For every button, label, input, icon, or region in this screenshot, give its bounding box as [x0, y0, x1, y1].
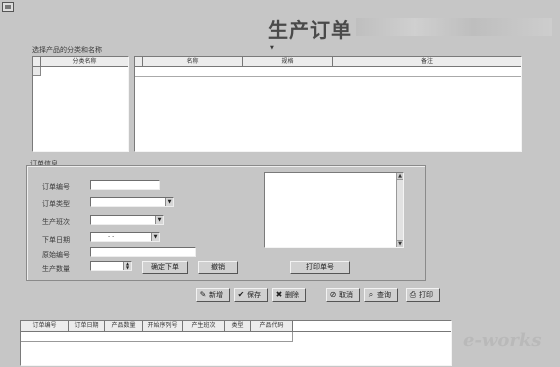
revoke-button[interactable]: 撤销 — [198, 261, 238, 274]
confirm-order-button[interactable]: 确定下单 — [142, 261, 188, 274]
product-row-indicator — [135, 57, 143, 66]
print-button[interactable]: ⎙ 打印 — [406, 288, 440, 302]
query-label: 查询 — [377, 291, 391, 299]
new-label: 新增 — [209, 291, 223, 299]
orders-column-type[interactable]: 类型 — [225, 321, 251, 331]
category-row-indicator — [33, 57, 41, 66]
category-row-marker — [33, 67, 41, 76]
chevron-down-icon[interactable]: ▼ — [165, 198, 173, 206]
product-column-remark[interactable]: 备注 — [333, 57, 521, 66]
query-button[interactable]: ⌕ 查询 — [364, 288, 398, 302]
calendar-dropdown-icon[interactable]: ▼ — [151, 233, 159, 241]
product-table[interactable]: 名称 规格 备注 — [134, 56, 522, 152]
product-section-label: 选择产品的分类和名称 — [32, 46, 102, 54]
remarks-scrollbar[interactable]: ▲ ▼ — [396, 173, 403, 247]
orders-column-order-date[interactable]: 订单日期 — [69, 321, 105, 331]
delete-label: 删除 — [285, 291, 299, 299]
quantity-label: 生产数量 — [42, 265, 70, 273]
order-date-picker[interactable]: - - ▼ — [90, 232, 160, 242]
query-icon: ⌕ — [368, 290, 374, 299]
cancel-button[interactable]: ⊘ 取消 — [326, 288, 360, 302]
order-type-label: 订单类型 — [42, 200, 70, 208]
print-order-no-button[interactable]: 打印单号 — [290, 261, 350, 274]
plan-no-label: 原始编号 — [42, 251, 70, 259]
orders-table-header: 订单编号 订单日期 产品数量 开始序列号 产生班次 类型 产品代码 — [21, 321, 451, 332]
cancel-icon: ⊘ — [329, 290, 337, 299]
product-empty-row — [135, 67, 521, 77]
save-label: 保存 — [247, 291, 261, 299]
plan-no-input[interactable] — [90, 247, 196, 257]
category-list[interactable]: 分类名称 — [32, 56, 129, 152]
remarks-textarea[interactable]: ▲ ▼ — [264, 172, 404, 248]
section-marker: ▼ — [270, 45, 274, 51]
delete-button[interactable]: ✖ 删除 — [272, 288, 306, 302]
order-type-select[interactable]: ▼ — [90, 197, 174, 207]
orders-column-start-serial[interactable]: 开始序列号 — [143, 321, 183, 331]
order-date-value: - - — [108, 233, 115, 240]
order-date-label: 下单日期 — [42, 236, 70, 244]
window-icon — [2, 2, 14, 12]
orders-column-filler — [293, 321, 451, 331]
production-line-select[interactable]: ▼ — [90, 215, 164, 225]
product-column-spec[interactable]: 规格 — [243, 57, 333, 66]
orders-column-product-code[interactable]: 产品代码 — [251, 321, 293, 331]
page-title: 生产订单 — [268, 18, 352, 42]
order-no-label: 订单编号 — [42, 183, 70, 191]
delete-icon: ✖ — [275, 290, 283, 299]
add-icon: ✎ — [199, 290, 207, 299]
product-table-header: 名称 规格 备注 — [135, 57, 521, 67]
orders-column-shift[interactable]: 产生班次 — [183, 321, 225, 331]
check-icon: ✔ — [237, 290, 245, 299]
scroll-down-icon[interactable]: ▼ — [397, 240, 403, 247]
orders-empty-row — [21, 332, 293, 342]
orders-table[interactable]: 订单编号 订单日期 产品数量 开始序列号 产生班次 类型 产品代码 — [20, 320, 452, 366]
order-no-input[interactable] — [90, 180, 160, 190]
scroll-up-icon[interactable]: ▲ — [397, 173, 403, 180]
product-column-name[interactable]: 名称 — [143, 57, 243, 66]
production-line-label: 生产班次 — [42, 218, 70, 226]
orders-column-quantity[interactable]: 产品数量 — [105, 321, 143, 331]
print-icon: ⎙ — [409, 290, 417, 299]
save-button[interactable]: ✔ 保存 — [234, 288, 268, 302]
cancel-label: 取消 — [339, 291, 353, 299]
category-column-header[interactable]: 分类名称 — [41, 57, 128, 66]
title-shadow — [356, 18, 552, 36]
chevron-down-icon[interactable]: ▼ — [155, 216, 163, 224]
orders-column-order-no[interactable]: 订单编号 — [21, 321, 69, 331]
watermark-logo: e-works — [463, 330, 542, 351]
quantity-stepper[interactable]: ▲ ▼ — [90, 261, 132, 271]
new-button[interactable]: ✎ 新增 — [196, 288, 230, 302]
print-label: 打印 — [419, 291, 433, 299]
category-list-header: 分类名称 — [33, 57, 128, 67]
stepper-arrows-icon[interactable]: ▲ ▼ — [123, 262, 131, 270]
